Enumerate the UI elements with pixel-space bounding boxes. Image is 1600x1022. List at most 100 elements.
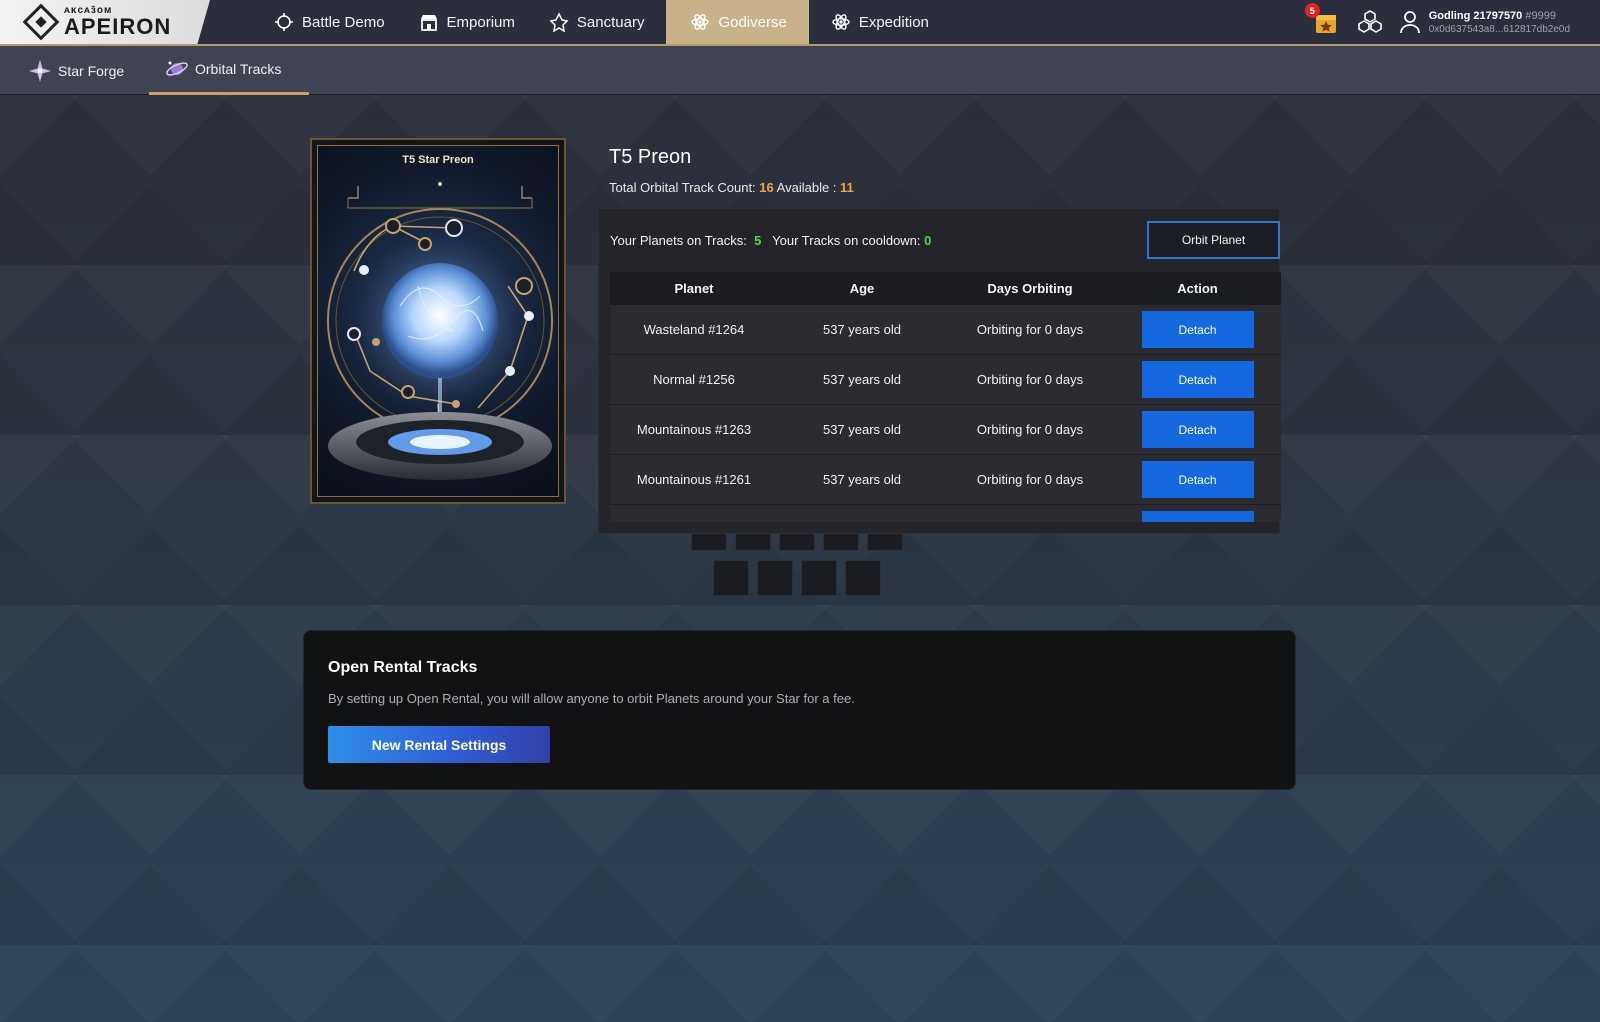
planet-name: Mountainous #1263 — [636, 422, 752, 437]
detach-button[interactable]: Detach — [1141, 411, 1254, 448]
open-rental-section: Open Rental Tracks By setting up Open Re… — [303, 630, 1296, 790]
tab-label: Star Forge — [58, 62, 125, 79]
table-row: Normal #1256 537 years old Orbiting for … — [610, 355, 1281, 405]
slot-group-2 — [709, 560, 885, 596]
empty-slot[interactable] — [801, 560, 837, 596]
table-header: Planet Age Days Orbiting Action — [610, 272, 1281, 305]
nav-item-expedition[interactable]: Expedition — [819, 0, 941, 44]
cooldown-label: Your Tracks on cooldown: — [772, 233, 921, 248]
nav-label: Emporium — [446, 13, 515, 31]
column-header: Planet — [674, 281, 714, 296]
planet-age: 537 years old — [822, 322, 902, 337]
planets-table[interactable]: Planet Age Days Orbiting Action Wastelan… — [610, 272, 1281, 522]
main-nav: Battle Demo Emporium Sanctuary Godiverse… — [262, 0, 951, 44]
detach-button[interactable]: Detach — [1141, 361, 1254, 398]
tab-label: Orbital Tracks — [195, 61, 282, 77]
cluster-icon[interactable] — [1357, 9, 1383, 35]
sub-navigation-bar: Star Forge Orbital Tracks — [0, 46, 1600, 95]
planet-name — [610, 505, 778, 522]
nav-label: Godiverse — [718, 13, 787, 31]
rewards-button[interactable]: 5 — [1304, 3, 1339, 35]
wallet-address: 0x0d637543a8...612817db2e0d — [1428, 23, 1570, 35]
cooldown-value: 0 — [924, 233, 932, 248]
slot-row-2 — [0, 560, 1600, 596]
header-right: 5 Godling 21797570 #9999 0x0d637543a8...… — [1304, 0, 1570, 44]
user-icon — [1399, 11, 1420, 34]
planet-age: 537 years old — [822, 472, 902, 487]
available-value: 11 — [840, 180, 854, 195]
action-cell: Detach — [1114, 355, 1281, 404]
nav-label: Expedition — [858, 13, 929, 31]
nav-item-godiverse[interactable]: Godiverse — [666, 0, 809, 44]
star-forge-icon — [29, 59, 51, 82]
notification-badge: 5 — [1304, 3, 1320, 18]
column-header: Age — [849, 281, 875, 296]
planet-age: 537 years old — [822, 422, 902, 437]
days-orbiting: Orbiting for 0 days — [976, 322, 1084, 337]
track-count: Total Orbital Track Count: 16 Available … — [609, 180, 854, 195]
track-count-label: Total Orbital Track Count: — [609, 180, 756, 195]
track-stats: Your Planets on Tracks: 5 Your Tracks on… — [610, 233, 931, 248]
rental-title: Open Rental Tracks — [328, 659, 478, 676]
user-tag: #9999 — [1525, 9, 1556, 22]
user-info: Godling 21797570 #9999 0x0d637543a8...61… — [1429, 10, 1570, 35]
star-illustration — [327, 182, 553, 480]
orbital-icon — [166, 61, 188, 76]
days-orbiting — [946, 505, 1114, 522]
empty-slot[interactable] — [713, 560, 749, 596]
planet-name: Mountainous #1261 — [636, 472, 752, 487]
table-row: Wasteland #1264 537 years old Orbiting f… — [610, 305, 1281, 355]
atom-icon — [831, 12, 851, 32]
rental-description: By setting up Open Rental, you will allo… — [328, 691, 855, 706]
available-label: Available : — [776, 180, 837, 195]
empty-slot[interactable] — [757, 560, 793, 596]
planets-on-tracks-label: Your Planets on Tracks: — [610, 233, 747, 248]
user-name: Godling 21797570 — [1428, 9, 1523, 22]
planets-on-tracks-value: 5 — [754, 233, 762, 248]
days-orbiting: Orbiting for 0 days — [976, 472, 1084, 487]
planet-age — [778, 505, 946, 522]
track-count-value: 16 — [759, 180, 774, 195]
action-cell: Detach — [1114, 305, 1281, 354]
battle-icon — [274, 12, 294, 32]
detach-button[interactable] — [1141, 511, 1254, 522]
column-header: Days Orbiting — [987, 281, 1073, 296]
star-card: T5 Star Preon — [310, 138, 566, 504]
shop-icon — [419, 12, 439, 32]
apeiron-logo[interactable]: ᴀᴋᴄᴀɜ̃ᴏᴍ APEIRON — [0, 0, 210, 44]
user-name-line: Godling 21797570 #9999 — [1429, 10, 1570, 22]
nav-label: Sanctuary — [576, 13, 645, 31]
tab-star-forge[interactable]: Star Forge — [28, 46, 124, 95]
new-rental-settings-button[interactable]: New Rental Settings — [328, 726, 550, 763]
atom-icon — [690, 12, 710, 32]
card-title: T5 Star Preon — [402, 154, 474, 166]
detach-button[interactable]: Detach — [1141, 461, 1254, 498]
planet-name: Normal #1256 — [653, 372, 735, 387]
star-card-art: T5 Star Preon — [317, 145, 559, 497]
days-orbiting: Orbiting for 0 days — [976, 422, 1084, 437]
nav-item-battle-demo[interactable]: Battle Demo — [262, 0, 397, 44]
top-navigation-bar: ᴀᴋᴄᴀɜ̃ᴏᴍ APEIRON Battle Demo Emporium Sa… — [0, 0, 1600, 46]
action-cell: Detach — [1114, 405, 1281, 454]
table-row: Mountainous #1261 537 years old Orbiting… — [610, 455, 1281, 505]
apeiron-logo-icon — [22, 3, 60, 41]
logo-name: APEIRON — [64, 14, 172, 39]
empty-slot[interactable] — [845, 560, 881, 596]
planet-age: 537 years old — [822, 372, 902, 387]
column-header: Action — [1177, 281, 1218, 296]
table-row: Mountainous #1263 537 years old Orbiting… — [610, 405, 1281, 455]
nav-label: Battle Demo — [302, 13, 385, 31]
table-row — [610, 505, 1281, 522]
user-profile[interactable]: Godling 21797570 #9999 0x0d637543a8...61… — [1399, 10, 1570, 35]
orbital-tracks-panel: Your Planets on Tracks: 5 Your Tracks on… — [598, 208, 1281, 534]
days-orbiting: Orbiting for 0 days — [976, 372, 1084, 387]
nav-item-emporium[interactable]: Emporium — [407, 0, 527, 44]
tab-orbital-tracks[interactable]: Orbital Tracks — [149, 46, 310, 95]
orbit-planet-button[interactable]: Orbit Planet — [1147, 221, 1280, 259]
nav-item-sanctuary[interactable]: Sanctuary — [537, 0, 657, 44]
star-name: T5 Preon — [609, 146, 692, 168]
action-cell: Detach — [1114, 455, 1281, 504]
sanctuary-icon — [549, 12, 569, 32]
detach-button[interactable]: Detach — [1141, 311, 1254, 348]
action-cell — [1114, 505, 1281, 522]
